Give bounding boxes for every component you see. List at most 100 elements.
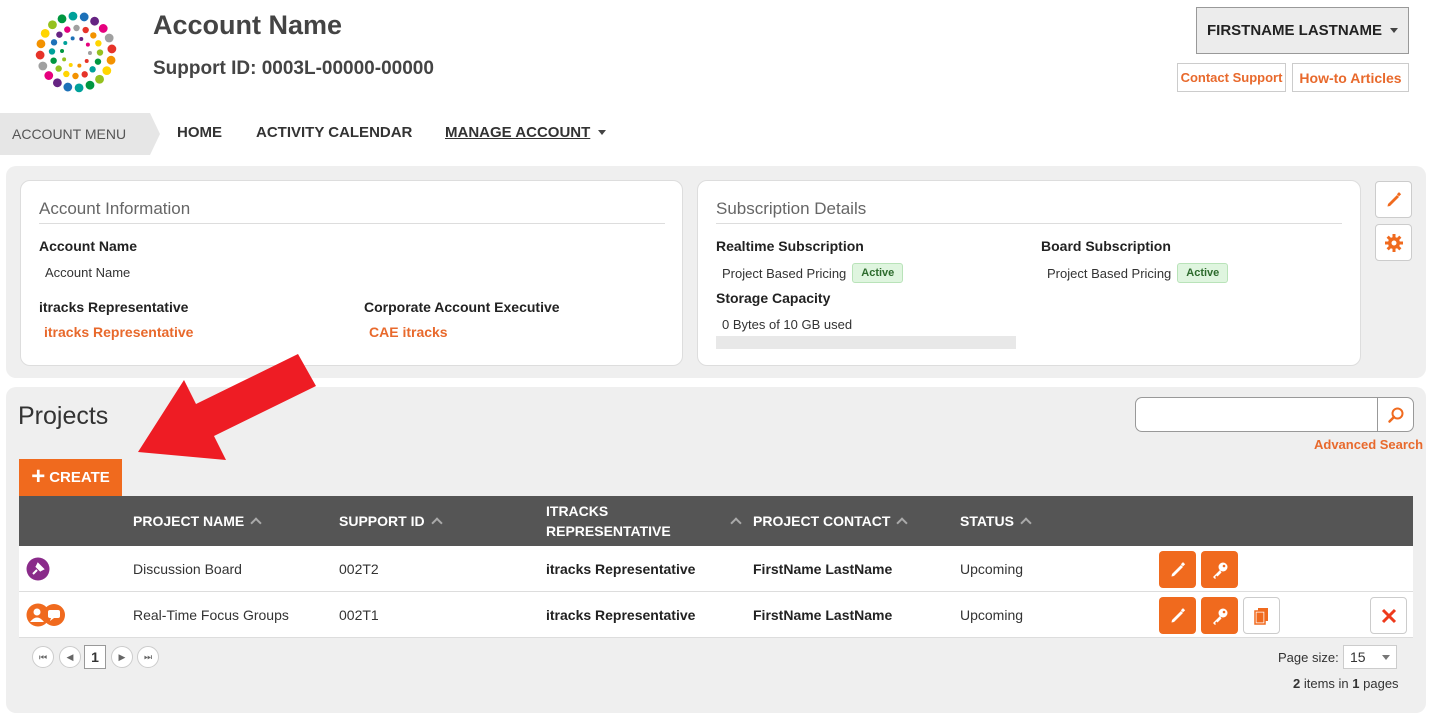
nav-manage-account[interactable]: MANAGE ACCOUNT [445,124,607,141]
sort-arrow-icon [430,517,443,529]
board-plan: Project Based Pricing [1047,265,1172,281]
pencil-icon [1387,191,1401,206]
account-settings-button[interactable] [1375,224,1412,261]
items-count: 2 [1293,676,1301,691]
caret-down-icon [598,130,607,135]
close-icon [1381,608,1396,623]
search-icon [1387,407,1403,423]
contact-cell: FirstName LastName [753,607,893,623]
gear-icon [1384,233,1403,252]
subscription-title: Subscription Details [716,199,1342,224]
caret-down-icon [1390,28,1398,33]
status-cell: Upcoming [960,607,1024,623]
project-name-cell[interactable]: Real-Time Focus Groups [133,592,289,638]
prev-page-button[interactable]: ◀ [59,646,81,668]
page-size-select[interactable]: 15 [1343,645,1397,669]
edit-project-button[interactable] [1159,551,1196,588]
advanced-search-link[interactable]: Advanced Search [1314,437,1423,452]
projects-grid-header: PROJECT NAME SUPPORT ID ITRACKS REPRESEN… [19,496,1413,546]
first-page-button[interactable]: ⏮ [32,646,54,668]
nav-activity-calendar[interactable]: ACTIVITY CALENDAR [256,124,412,141]
support-id-cell: 002T2 [339,561,379,577]
prev-page-icon: ◀ [66,651,74,662]
first-page-icon: ⏮ [38,651,48,662]
edit-account-button[interactable] [1375,181,1412,218]
column-contact-label: PROJECT CONTACT [753,513,891,529]
user-menu-button[interactable]: FIRSTNAME LASTNAME [1196,7,1409,54]
items-mid: items in [1303,676,1349,691]
key-icon [1212,608,1227,625]
project-access-button[interactable] [1201,551,1238,588]
sort-arrow-icon [730,517,742,529]
column-project-contact[interactable]: PROJECT CONTACT [753,496,909,546]
plus-icon: + [31,462,46,490]
storage-progress-bar [716,336,1016,349]
account-name-label: Account Name [39,238,138,254]
column-itracks-representative[interactable]: ITRACKS REPRESENTATIVE [546,496,746,546]
storage-capacity-label: Storage Capacity [716,290,831,306]
column-status[interactable]: STATUS [960,496,1032,546]
pencil-icon [1171,561,1185,576]
column-project-name-label: PROJECT NAME [133,513,245,529]
contact-support-button[interactable]: Contact Support [1177,63,1286,92]
storage-capacity-value: 0 Bytes of 10 GB used [722,317,853,332]
pages-suffix: pages [1363,676,1399,691]
company-logo [35,11,117,93]
create-label: CREATE [49,469,110,486]
rep-label: itracks Representative [39,299,189,315]
project-name-cell[interactable]: Discussion Board [133,546,242,592]
table-row: Discussion Board 002T2 itracks Represent… [19,546,1413,592]
delete-project-button[interactable] [1370,597,1407,634]
focus-group-icon [26,592,66,638]
account-name-value: Account Name [45,265,131,280]
cae-label: Corporate Account Executive [364,299,560,315]
pencil-icon [1171,607,1185,622]
status-badge: Active [852,263,904,283]
column-support-id[interactable]: SUPPORT ID [339,496,443,546]
project-search-input[interactable] [1135,397,1378,432]
current-page[interactable]: 1 [84,645,106,669]
page-title: Account Name [153,10,343,40]
table-row: Real-Time Focus Groups 002T1 itracks Rep… [19,592,1413,638]
caret-down-icon [1382,654,1390,660]
nav-manage-account-label: MANAGE ACCOUNT [445,124,591,141]
last-page-button[interactable]: ⏭ [137,646,159,668]
pager-info: 2 items in 1 pages [1293,676,1399,691]
realtime-plan: Project Based Pricing [722,265,847,281]
create-project-button[interactable]: + CREATE [19,459,122,496]
search-button[interactable] [1377,397,1414,432]
sort-arrow-icon [250,517,262,529]
rep-link[interactable]: itracks Representative [44,324,193,340]
column-project-name[interactable]: PROJECT NAME [133,496,262,546]
account-info-title: Account Information [39,199,665,224]
page-size-label: Page size: [1278,650,1339,665]
rep-cell: itracks Representative [546,607,696,623]
realtime-subscription-label: Realtime Subscription [716,238,864,254]
cae-link[interactable]: CAE itracks [369,324,448,340]
last-page-icon: ⏭ [143,651,153,662]
board-subscription-label: Board Subscription [1041,238,1171,254]
contact-cell: FirstName LastName [753,561,893,577]
rep-cell: itracks Representative [546,561,696,577]
support-id-heading: Support ID: 0003L-00000-00000 [153,58,434,79]
status-badge: Active [1177,263,1229,283]
page-size-value: 15 [1350,649,1366,665]
edit-project-button[interactable] [1159,597,1196,634]
project-access-button[interactable] [1201,597,1238,634]
pushpin-icon [26,546,50,592]
user-name-label: FIRSTNAME LASTNAME [1207,22,1382,39]
board-subscription-row: Project Based Pricing Active [1047,263,1229,283]
copy-project-button[interactable] [1243,597,1280,634]
sort-arrow-icon [1020,517,1032,529]
howto-articles-button[interactable]: How-to Articles [1292,63,1409,92]
nav-home[interactable]: HOME [177,124,222,141]
copy-icon [1253,607,1268,625]
account-menu-breadcrumb[interactable]: ACCOUNT MENU [0,113,160,155]
column-rep-label: ITRACKS REPRESENTATIVE [546,503,671,539]
status-cell: Upcoming [960,561,1024,577]
account-information-card: Account Information Account Name Account… [20,180,683,366]
pages-count: 1 [1352,676,1360,691]
support-id-cell: 002T1 [339,607,379,623]
realtime-subscription-row: Project Based Pricing Active [722,263,904,283]
next-page-button[interactable]: ▶ [111,646,133,668]
